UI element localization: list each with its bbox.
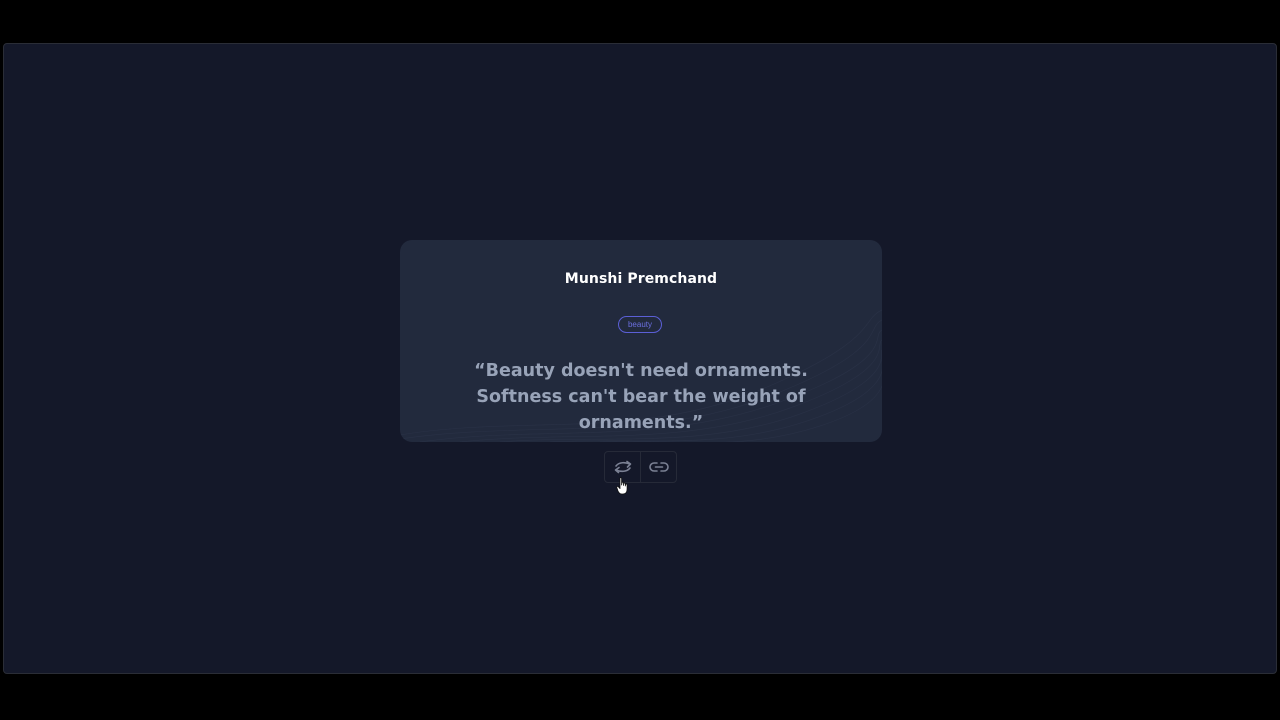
link-icon — [648, 462, 669, 472]
quote-text: “Beauty doesn't need ornaments. Softness… — [474, 361, 808, 433]
quote-author: Munshi Premchand — [564, 271, 718, 287]
new-quote-button[interactable] — [605, 452, 640, 482]
quote-tag-badge[interactable]: beauty — [618, 316, 662, 333]
quote-actions — [604, 451, 677, 483]
arrows-swap-icon — [614, 460, 631, 474]
app-viewport: Munshi Premchand beauty “Beauty doesn't … — [3, 43, 1277, 674]
copy-link-button[interactable] — [640, 452, 676, 482]
quote-card: Munshi Premchand beauty “Beauty doesn't … — [400, 240, 882, 442]
